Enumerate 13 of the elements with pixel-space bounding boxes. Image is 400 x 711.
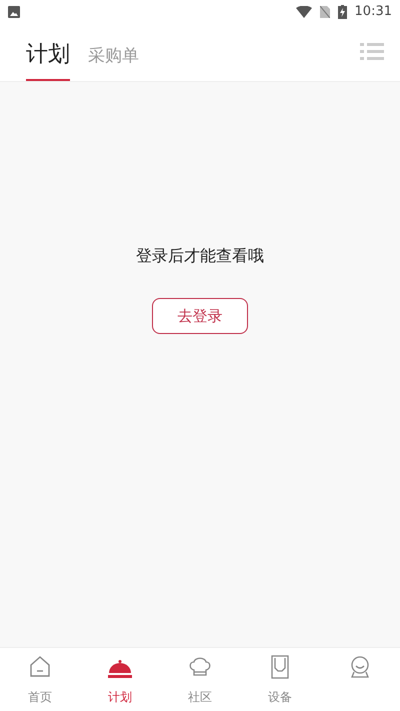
image-notification-icon [8, 6, 20, 18]
nav-tab[interactable]: 设备 [268, 688, 292, 706]
status-time: 10:31 [354, 3, 392, 22]
wifi-icon [296, 6, 312, 18]
list-icon[interactable] [360, 43, 384, 61]
login-button[interactable]: 去登录 [152, 298, 248, 334]
no-sim-icon [320, 6, 330, 18]
battery-charging-icon [338, 5, 347, 19]
nav-tab[interactable]: 社区 [188, 688, 212, 706]
tab[interactable]: 采购单 [88, 44, 139, 79]
nav-tab[interactable]: 首页 [28, 688, 52, 706]
nav-tab[interactable]: 计划 [108, 688, 132, 706]
login-prompt: 登录后才能查看哦 [136, 245, 264, 267]
